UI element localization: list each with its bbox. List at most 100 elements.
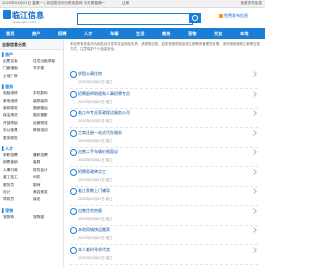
sidebar-category-link[interactable]: 宠物狗 xyxy=(3,215,14,220)
nav-item[interactable]: 车辆 xyxy=(110,31,118,37)
listing-item[interactable]: 本人临时寻求代卖 2020年03月02日 临江 xyxy=(70,246,258,265)
sidebar-category-link[interactable]: 客服 xyxy=(33,160,40,165)
sidebar-category-link[interactable]: 兼职招聘 xyxy=(33,153,48,158)
nav-item[interactable]: 生活 xyxy=(136,31,144,37)
sidebar-category-link[interactable]: 销售营销 xyxy=(3,160,18,165)
nav-item[interactable]: 招聘 xyxy=(58,31,66,37)
sidebar-category-link[interactable]: 家电维修 xyxy=(3,99,18,104)
sidebar-category-link[interactable]: 求职招聘 xyxy=(3,153,18,158)
chevron-right-icon xyxy=(251,246,257,253)
listing-meta: 2020年03月02日 临江 xyxy=(78,99,113,104)
sidebar-category-link[interactable]: 人事行政 xyxy=(3,168,18,173)
listing-title[interactable]: 求租公寓住房 xyxy=(78,71,102,77)
sidebar-category-link[interactable]: 门面铺面 xyxy=(3,66,18,71)
nav-item[interactable]: 本地 xyxy=(240,31,248,37)
nav-item[interactable]: 交友 xyxy=(214,31,222,37)
listing-item[interactable]: 招聘家政钟点工 2020年03月02日 临江 xyxy=(70,168,258,187)
listing-title[interactable]: 本地同城快运搬家 xyxy=(78,227,110,233)
register-link[interactable]: 注册 xyxy=(122,1,129,6)
sidebar-section-title: ▌房产 xyxy=(2,52,14,57)
sidebar-category-link[interactable]: 教育培训 xyxy=(33,128,48,133)
sidebar-category-link[interactable]: 导购员 xyxy=(3,197,14,202)
sidebar-category-link[interactable]: 写字楼 xyxy=(33,66,44,71)
listing-bullet-icon xyxy=(70,227,77,234)
nav-item[interactable]: 首页 xyxy=(6,31,14,37)
sidebar-category-link[interactable]: 设计 xyxy=(3,190,10,195)
top-publish-link[interactable]: 免费发布信息 xyxy=(240,1,262,6)
listing-panel: 本站所有信息均为网友自行发布并由网友负责，请谨慎交易，如发现违规信息请立即联系管… xyxy=(66,40,263,267)
nav-item[interactable]: 商务 xyxy=(162,31,170,37)
sidebar-category-link[interactable]: 土地厂房 xyxy=(3,74,18,79)
listing-item[interactable]: 招聘厨师助理和人事招聘专员 2020年03月02日 临江 xyxy=(70,90,258,109)
listing-title[interactable]: 本人临时寻求代卖 xyxy=(78,247,110,253)
listing-item[interactable]: 临江家教上门辅导 2020年03月02日 临江 xyxy=(70,187,258,206)
nav-item[interactable]: 房产 xyxy=(32,31,40,37)
listing-item[interactable]: 出售住宅房屋 2020年03月02日 临江 xyxy=(70,207,258,226)
sidebar-category-link[interactable]: 保洁清洗 xyxy=(3,113,18,118)
listing-bullet-icon xyxy=(70,110,77,117)
chevron-right-icon xyxy=(251,71,257,77)
listing-bullet-icon xyxy=(70,90,77,98)
listing-meta: 2020年03月02日 临江 xyxy=(78,236,113,240)
sidebar-category-link[interactable]: 手机数码 xyxy=(33,91,48,96)
publish-button[interactable]: 免费发布信息 xyxy=(219,13,248,19)
chevron-right-icon xyxy=(251,168,257,175)
listing-title[interactable]: 出售二手车辆价格面议 xyxy=(78,149,118,155)
listing-meta: 2020年03月02日 临江 xyxy=(78,197,113,201)
sidebar-category-link[interactable]: 婚庆摄影 xyxy=(33,113,48,118)
nav-item[interactable]: 宠物 xyxy=(188,31,196,37)
sidebar-category-link[interactable]: 开锁修锁 xyxy=(3,121,18,126)
listing-title[interactable]: 招聘家政钟点工 xyxy=(78,169,106,175)
sidebar-category-link[interactable]: 更多服务 xyxy=(3,136,18,141)
listing-title[interactable]: 临江市专业家政保洁服务公司 xyxy=(78,110,130,116)
listing-title[interactable]: 临江家教上门辅导 xyxy=(78,188,110,194)
chevron-right-icon xyxy=(251,90,257,97)
logo-url: www.xjlinx.com xyxy=(13,20,37,24)
listing-meta: 2020年03月02日 临江 xyxy=(78,119,113,123)
listing-bullet-icon xyxy=(70,168,77,176)
sidebar-category-link[interactable]: 装修装饰 xyxy=(33,99,48,104)
chevron-right-icon xyxy=(251,149,257,155)
sidebar-category-link[interactable]: 住宅出租求租 xyxy=(33,59,55,64)
sidebar-category-link[interactable]: 美容美发 xyxy=(33,190,48,195)
sidebar-category-link[interactable]: 搬家搬运 xyxy=(33,106,48,111)
listing-bullet-icon xyxy=(70,246,77,254)
chevron-right-icon xyxy=(251,207,257,214)
sidebar-category-link[interactable]: 办公家具 xyxy=(3,128,18,133)
publish-label: 免费发布信息 xyxy=(224,13,248,18)
sidebar-category-link[interactable]: 普工技工 xyxy=(3,175,18,180)
main-nav: 首页 房产 招聘 人才 车辆 生活 商务 宠物 交友 本地 xyxy=(0,28,265,39)
sidebar-category-link[interactable]: 电脑维修 xyxy=(3,91,18,96)
listing-meta: 2020年03月02日 临江 xyxy=(78,177,113,182)
nav-item[interactable]: 人才 xyxy=(84,31,92,37)
sidebar-category-link[interactable]: 保安 xyxy=(33,197,40,202)
sidebar-category-link[interactable]: 出售买卖 xyxy=(3,59,18,64)
listing-item[interactable]: 本地同城快运搬家 2020年03月02日 临江 xyxy=(70,226,258,245)
sidebar-category-link[interactable]: 运输物流 xyxy=(33,121,48,126)
listing-meta: 2020年03月02日 临江 xyxy=(78,216,113,221)
listing-bullet-icon xyxy=(70,149,77,156)
listing-title[interactable]: 招聘厨师助理和人事招聘专员 xyxy=(78,91,130,97)
listing-bullet-icon xyxy=(70,188,77,195)
sidebar-category-link[interactable]: 家政服务 xyxy=(3,106,18,111)
sidebar-section-title: ▌服务 xyxy=(2,84,14,90)
listing-bullet-icon xyxy=(70,71,77,78)
publish-icon xyxy=(219,14,223,18)
listing-item[interactable]: 工商注册一站式代办服务 2020年03月02日 临江 xyxy=(70,129,258,148)
sidebar-category-link[interactable]: 司机 xyxy=(33,175,40,180)
search-input[interactable] xyxy=(77,13,193,25)
listing-bullet-icon xyxy=(70,207,77,215)
sidebar-category-link[interactable]: 服务员 xyxy=(3,183,14,188)
listing-title[interactable]: 出售住宅房屋 xyxy=(78,208,102,214)
sidebar-category-link[interactable]: 宠物猫 xyxy=(33,215,44,220)
listing-item[interactable]: 求租公寓住房 2020年03月02日 临江 xyxy=(70,70,258,89)
listing-item[interactable]: 出售二手车辆价格面议 2020年03月02日 临江 xyxy=(70,148,258,167)
listing-item[interactable]: 临江市专业家政保洁服务公司 2020年03月02日 临江 xyxy=(70,109,258,128)
listing-title[interactable]: 工商注册一站式代办服务 xyxy=(78,130,122,136)
search-button[interactable] xyxy=(189,13,201,23)
site-logo[interactable]: 临江信息 www.xjlinx.com xyxy=(3,9,49,26)
sidebar-category-link[interactable]: 财务会计 xyxy=(33,168,48,173)
sidebar-category-link[interactable]: 厨师 xyxy=(33,183,40,188)
sidebar-section-title: ▌宠物 xyxy=(2,207,14,213)
listing-meta: 2020年03月02日 临江 xyxy=(78,158,113,162)
